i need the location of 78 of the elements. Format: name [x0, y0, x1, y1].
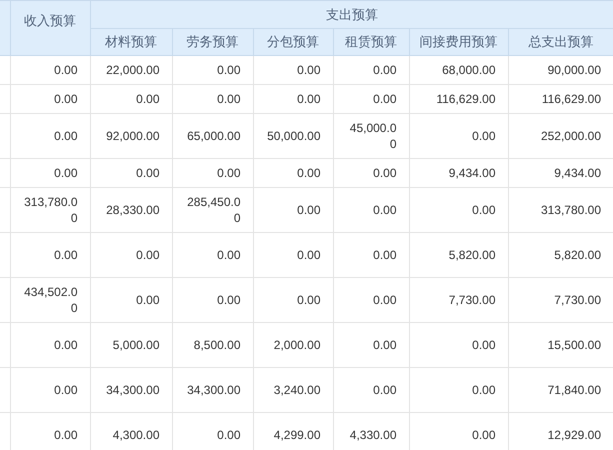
table-cell: 116,629.00	[542, 92, 601, 106]
table-cell: 0.00	[217, 92, 240, 106]
table-cell: 92,000.00	[106, 129, 160, 143]
column-header: 劳务预算	[172, 28, 253, 56]
table-cell: 9,434.00	[554, 166, 601, 180]
table-cell: 0.00	[472, 338, 496, 352]
table-cell: 28,330.00	[106, 203, 160, 217]
column-header: 总支出预算	[508, 28, 613, 56]
table-cell: 0.00	[373, 203, 396, 217]
table-cell: 0.00	[373, 92, 396, 106]
table-cell: 90,000.00	[548, 63, 601, 77]
table-cell: 252,000.00	[540, 129, 601, 143]
table-cell: 313,780.00	[540, 203, 601, 217]
table-cell: 34,300.00	[106, 383, 160, 397]
table-cell: 0.00	[297, 293, 320, 307]
table-cell: 5,000.00	[112, 338, 160, 352]
table-cell: 116,629.00	[436, 92, 496, 106]
table-cell: 0.00	[217, 428, 240, 442]
column-header: 间接费用预算	[409, 28, 508, 56]
table-cell: 68,000.00	[442, 63, 496, 77]
table-cell: 0.00	[217, 248, 240, 262]
table-cell: 45,000.00	[350, 121, 396, 151]
table-cell: 0.00	[54, 428, 78, 442]
table-cell: 12,929.00	[548, 428, 601, 442]
table-cell: 313,780.00	[24, 195, 78, 225]
column-header: 租赁预算	[333, 28, 409, 56]
table-cell: 0.00	[217, 63, 240, 77]
table-cell: 8,500.00	[194, 338, 240, 352]
table-cell: 0.00	[217, 293, 240, 307]
column-header: 收入预算	[10, 0, 90, 56]
table-cell: 34,300.00	[187, 383, 240, 397]
table-cell: 4,300.00	[112, 428, 160, 442]
table-cell: 5,820.00	[554, 248, 601, 262]
table-cell: 0.00	[54, 166, 78, 180]
table-cell: 15,500.00	[548, 338, 601, 352]
table-cell: 0.00	[136, 248, 160, 262]
table-cell: 0.00	[54, 338, 78, 352]
table-cell: 0.00	[373, 248, 396, 262]
table-cell: 0.00	[472, 428, 496, 442]
table-cell: 0.00	[217, 166, 240, 180]
table-cell: 0.00	[472, 203, 496, 217]
table-cell: 0.00	[373, 338, 396, 352]
table-cell: 5,820.00	[448, 248, 496, 262]
table-cell: 4,299.00	[274, 428, 320, 442]
table-cell: 65,000.00	[187, 129, 240, 143]
table-cell: 3,240.00	[274, 383, 320, 397]
table-cell: 0.00	[373, 63, 396, 77]
table-cell: 0.00	[54, 383, 78, 397]
table-cell: 0.00	[297, 248, 320, 262]
table-cell: 2,000.00	[274, 338, 320, 352]
column-group-header: 支出预算	[90, 0, 613, 28]
table-cell: 4,330.00	[350, 428, 396, 442]
table-cell: 7,730.00	[554, 293, 601, 307]
table-cell: 0.00	[54, 63, 78, 77]
table-cell: 50,000.00	[267, 129, 320, 143]
table-cell: 434,502.00	[24, 285, 78, 315]
table-cell: 0.00	[136, 166, 160, 180]
table-cell: 0.00	[472, 129, 496, 143]
table-cell: 0.00	[297, 92, 320, 106]
table-cell: 0.00	[472, 383, 496, 397]
table-cell: 0.00	[297, 63, 320, 77]
column-header: 分包预算	[253, 28, 333, 56]
table-cell: 0.00	[54, 248, 78, 262]
table-cell: 0.00	[136, 293, 160, 307]
table-cell: 0.00	[136, 92, 160, 106]
table-cell: 71,840.00	[548, 383, 601, 397]
table-cell: 22,000.00	[106, 63, 160, 77]
table-cell: 285,450.00	[187, 195, 240, 225]
table-cell: 0.00	[373, 293, 396, 307]
column-header: 材料预算	[90, 28, 172, 56]
table-cell: 0.00	[297, 166, 320, 180]
table-cell: 0.00	[54, 129, 78, 143]
table-cell: 7,730.00	[448, 293, 496, 307]
table-cell: 0.00	[54, 92, 78, 106]
table-cell: 0.00	[373, 383, 396, 397]
table-cell: 0.00	[373, 166, 396, 180]
table-cell: 0.00	[297, 203, 320, 217]
table-cell: 9,434.00	[448, 166, 496, 180]
